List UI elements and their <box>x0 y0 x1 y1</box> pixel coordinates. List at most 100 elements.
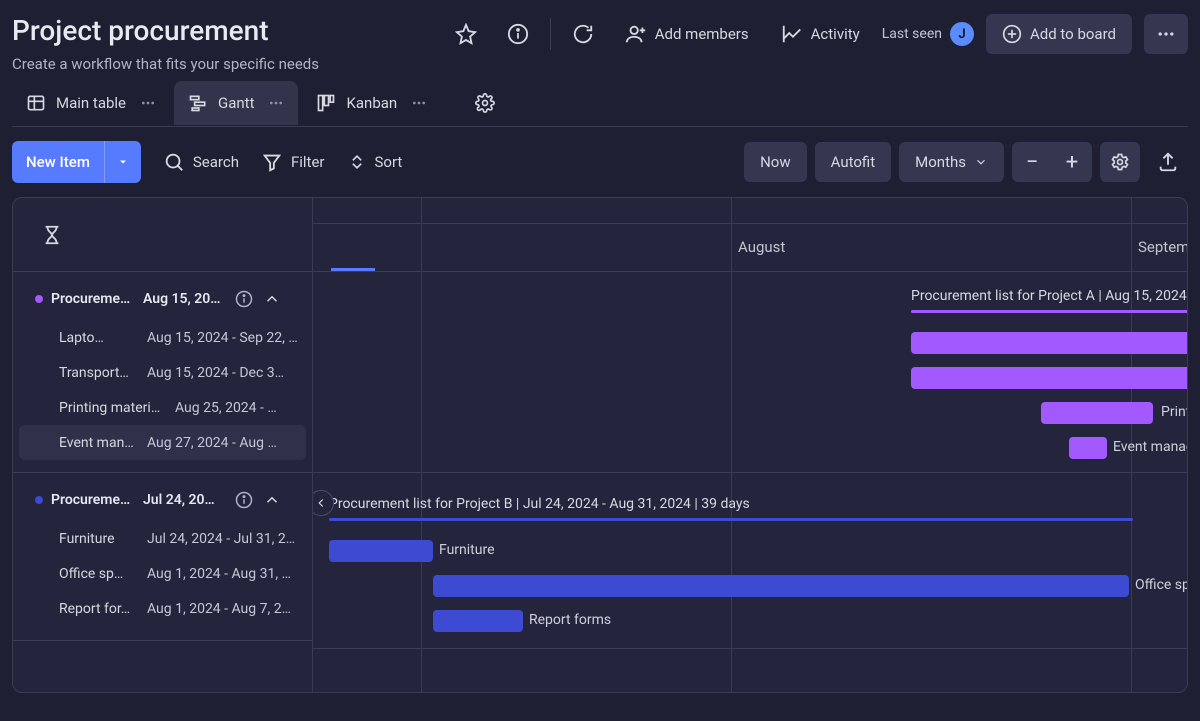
add-members-label: Add members <box>655 25 749 43</box>
task-row[interactable]: Office sp…Aug 1, 2024 - Aug 31, … <box>13 556 312 591</box>
zoom-in-button[interactable]: + <box>1052 142 1092 182</box>
group-color-dot <box>35 496 43 504</box>
more-button[interactable] <box>1144 14 1188 54</box>
sort-button[interactable]: Sort <box>347 152 403 172</box>
search-button[interactable]: Search <box>163 151 239 173</box>
export-button[interactable] <box>1148 142 1188 182</box>
group-info-icon[interactable] <box>235 491 253 509</box>
upload-icon <box>1157 151 1179 173</box>
tab-kanban-label: Kanban <box>346 94 397 112</box>
new-item-dropdown[interactable] <box>104 141 141 183</box>
group-dates: Aug 15, 20… <box>143 291 227 307</box>
now-button[interactable]: Now <box>744 142 807 182</box>
gridline <box>731 198 732 223</box>
autofit-button[interactable]: Autofit <box>815 142 892 182</box>
new-item-button[interactable]: New Item <box>12 141 141 183</box>
gear-icon <box>475 93 495 113</box>
gridline <box>1131 198 1132 223</box>
gantt-corner <box>13 198 312 272</box>
task-row[interactable]: Transport… Aug 15, 2024 - Dec 3… <box>13 355 312 390</box>
gridline <box>731 272 732 692</box>
info-icon[interactable] <box>498 14 538 54</box>
group-info-icon[interactable] <box>235 290 253 308</box>
group-collapse-icon[interactable] <box>263 491 281 509</box>
gridline <box>421 272 422 692</box>
group-summary-bar[interactable] <box>911 310 1187 313</box>
add-to-board-label: Add to board <box>1030 25 1116 43</box>
table-icon <box>26 93 46 113</box>
sort-label: Sort <box>375 153 403 171</box>
task-bar-label: Office space <box>1135 577 1187 593</box>
task-dates: Aug 25, 2024 - … <box>175 400 298 416</box>
task-dates: Aug 15, 2024 - Dec 3… <box>147 365 298 381</box>
task-dates: Aug 1, 2024 - Aug 31, … <box>147 566 298 582</box>
divider <box>13 640 312 641</box>
tab-main-table-menu[interactable] <box>140 95 156 111</box>
tab-main-table-label: Main table <box>56 94 126 112</box>
gridline <box>1131 224 1132 271</box>
task-bar-label: Printing materials for leaflets <box>1161 404 1187 420</box>
task-name: Printing material… <box>59 400 165 416</box>
tab-kanban[interactable]: Kanban <box>302 81 441 125</box>
month-label: August <box>738 238 785 256</box>
month-label: September <box>1138 238 1187 256</box>
group-summary-bar[interactable] <box>329 518 1133 521</box>
task-row[interactable]: Event manag… Aug 27, 2024 - Aug … <box>19 425 306 460</box>
divider <box>313 472 1187 473</box>
task-name: Event manag… <box>59 435 137 451</box>
activity-button[interactable]: Activity <box>771 14 870 54</box>
caret-down-icon <box>117 156 129 168</box>
last-seen: Last seen J <box>882 22 974 46</box>
task-row[interactable]: Report for…Aug 1, 2024 - Aug 7, 2… <box>13 591 312 626</box>
zoom-out-button[interactable]: − <box>1012 142 1052 182</box>
gantt-settings-button[interactable] <box>1100 142 1140 182</box>
group-header[interactable]: Procureme… Aug 15, 20… <box>13 278 312 320</box>
timescale-label: Months <box>915 153 966 171</box>
add-members-button[interactable]: Add members <box>615 14 759 54</box>
scroll-left-handle[interactable] <box>313 490 334 516</box>
group-collapse-icon[interactable] <box>263 290 281 308</box>
group-bar-label: Procurement list for Project A | Aug 15,… <box>911 288 1187 304</box>
task-bar[interactable] <box>329 540 433 562</box>
group-name: Procureme… <box>51 291 135 307</box>
task-dates: Aug 15, 2024 - Sep 22, 20… <box>147 330 298 346</box>
group-dates: Jul 24, 20… <box>143 492 227 508</box>
task-bar[interactable] <box>911 332 1187 354</box>
tab-gantt[interactable]: Gantt <box>174 81 298 125</box>
group-header[interactable]: Procureme… Jul 24, 20… <box>13 479 312 521</box>
divider <box>313 648 1187 649</box>
last-seen-label: Last seen <box>882 26 942 42</box>
page-subtitle: Create a workflow that fits your specifi… <box>12 55 319 73</box>
group-name: Procureme… <box>51 492 135 508</box>
task-bar[interactable] <box>1069 437 1107 459</box>
add-to-board-button[interactable]: Add to board <box>986 14 1132 54</box>
task-row[interactable]: FurnitureJul 24, 2024 - Jul 31, 2024 <box>13 521 312 556</box>
avatar[interactable]: J <box>950 22 974 46</box>
chevron-down-icon <box>974 155 988 169</box>
tab-main-table[interactable]: Main table <box>12 81 170 125</box>
gantt-view: Procureme… Aug 15, 20… Lapto…Aug 15, 202… <box>12 197 1188 693</box>
task-name: Transport… <box>59 365 137 381</box>
activity-label: Activity <box>811 25 860 43</box>
views-settings-button[interactable] <box>465 83 505 123</box>
task-dates: Jul 24, 2024 - Jul 31, 2024 <box>147 531 298 547</box>
filter-button[interactable]: Filter <box>261 151 325 173</box>
task-bar[interactable] <box>1041 402 1153 424</box>
activity-icon <box>781 23 803 45</box>
task-bar[interactable] <box>433 610 523 632</box>
gear-icon <box>1110 152 1130 172</box>
task-bar-label: Event management <box>1113 439 1187 455</box>
task-dates: Aug 27, 2024 - Aug … <box>147 435 298 451</box>
task-row[interactable]: Lapto…Aug 15, 2024 - Sep 22, 20… <box>13 320 312 355</box>
timescale-select[interactable]: Months <box>899 142 1004 182</box>
filter-label: Filter <box>291 153 325 171</box>
task-bar[interactable] <box>433 575 1129 597</box>
tab-kanban-menu[interactable] <box>411 95 427 111</box>
task-row[interactable]: Printing material… Aug 25, 2024 - … <box>13 390 312 425</box>
now-label: Now <box>760 153 791 171</box>
kanban-icon <box>316 93 336 113</box>
task-bar[interactable] <box>911 367 1187 389</box>
refresh-icon[interactable] <box>563 14 603 54</box>
tab-gantt-menu[interactable] <box>268 95 284 111</box>
star-icon[interactable] <box>446 14 486 54</box>
